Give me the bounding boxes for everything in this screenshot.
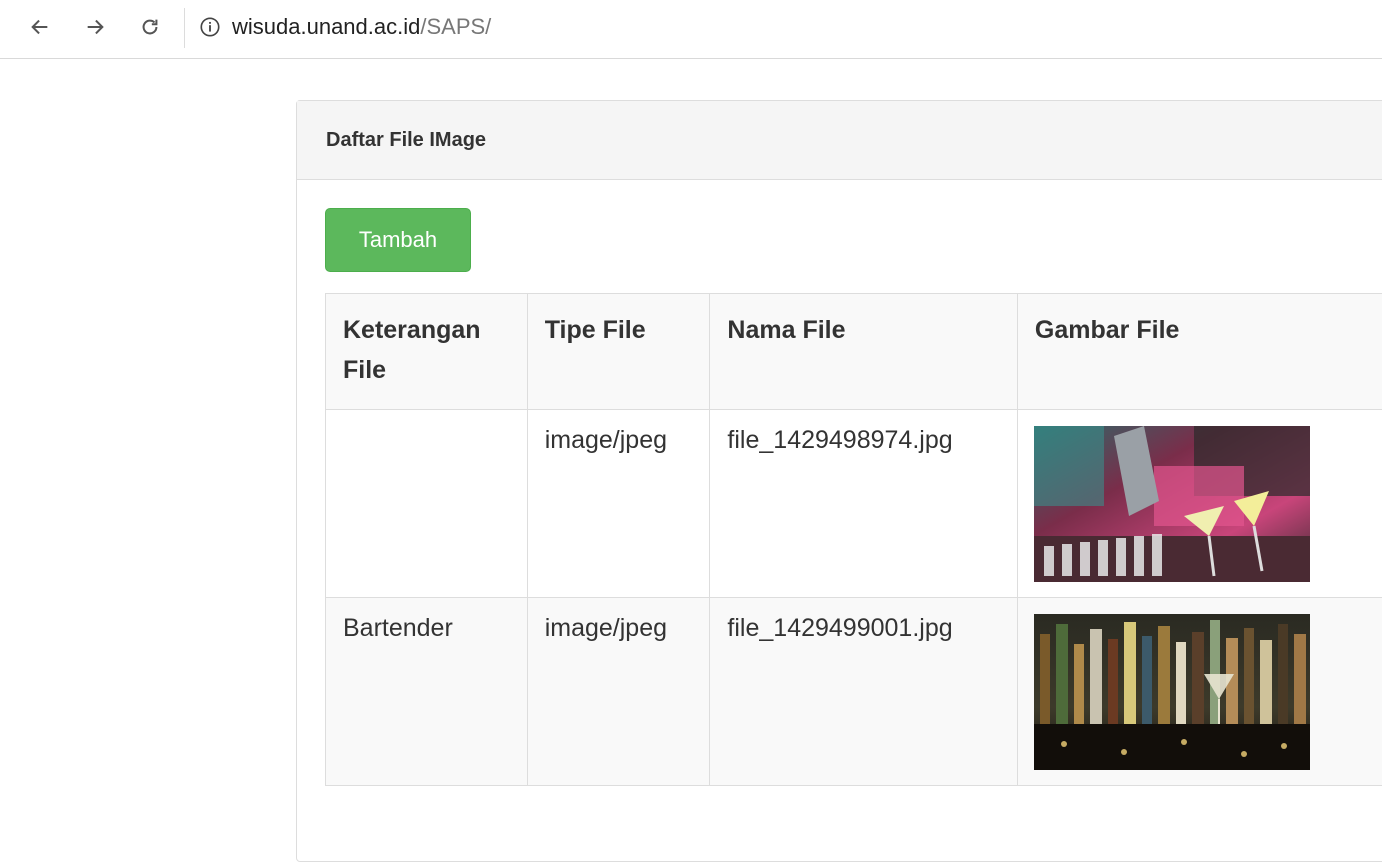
cell-tipe: image/jpeg (527, 598, 710, 786)
address-bar[interactable]: wisuda.unand.ac.id/SAPS/ (232, 13, 491, 41)
back-icon[interactable] (25, 12, 55, 42)
bar-bottles-image (1034, 614, 1310, 770)
info-icon[interactable] (199, 16, 221, 38)
address-separator (184, 8, 185, 48)
cell-nama: file_1429498974.jpg (710, 410, 1018, 598)
cell-gambar (1017, 410, 1382, 598)
forward-icon[interactable] (80, 12, 110, 42)
column-header-gambar: Gambar File (1017, 294, 1382, 410)
url-path: /SAPS/ (420, 14, 491, 39)
cell-tipe: image/jpeg (527, 410, 710, 598)
file-image-panel: Daftar File IMage Tambah Keterangan File… (296, 100, 1382, 862)
file-table: Keterangan File Tipe File Nama File Gamb… (325, 293, 1382, 786)
add-button[interactable]: Tambah (325, 208, 471, 272)
panel-heading: Daftar File IMage (297, 101, 1382, 180)
cocktail-image (1034, 426, 1310, 582)
column-header-keterangan: Keterangan File (326, 294, 528, 410)
browser-toolbar: wisuda.unand.ac.id/SAPS/ (0, 0, 1382, 59)
cell-keterangan (326, 410, 528, 598)
cell-gambar (1017, 598, 1382, 786)
table-header-row: Keterangan File Tipe File Nama File Gamb… (326, 294, 1382, 410)
column-header-nama: Nama File (710, 294, 1018, 410)
panel-title: Daftar File IMage (326, 129, 486, 152)
table-row: image/jpeg file_1429498974.jpg (326, 410, 1382, 598)
reload-icon[interactable] (135, 12, 165, 42)
cell-keterangan: Bartender (326, 598, 528, 786)
url-host: wisuda.unand.ac.id (232, 14, 420, 39)
column-header-tipe: Tipe File (527, 294, 710, 410)
cell-nama: file_1429499001.jpg (710, 598, 1018, 786)
table-row: Bartender image/jpeg file_1429499001.jpg (326, 598, 1382, 786)
